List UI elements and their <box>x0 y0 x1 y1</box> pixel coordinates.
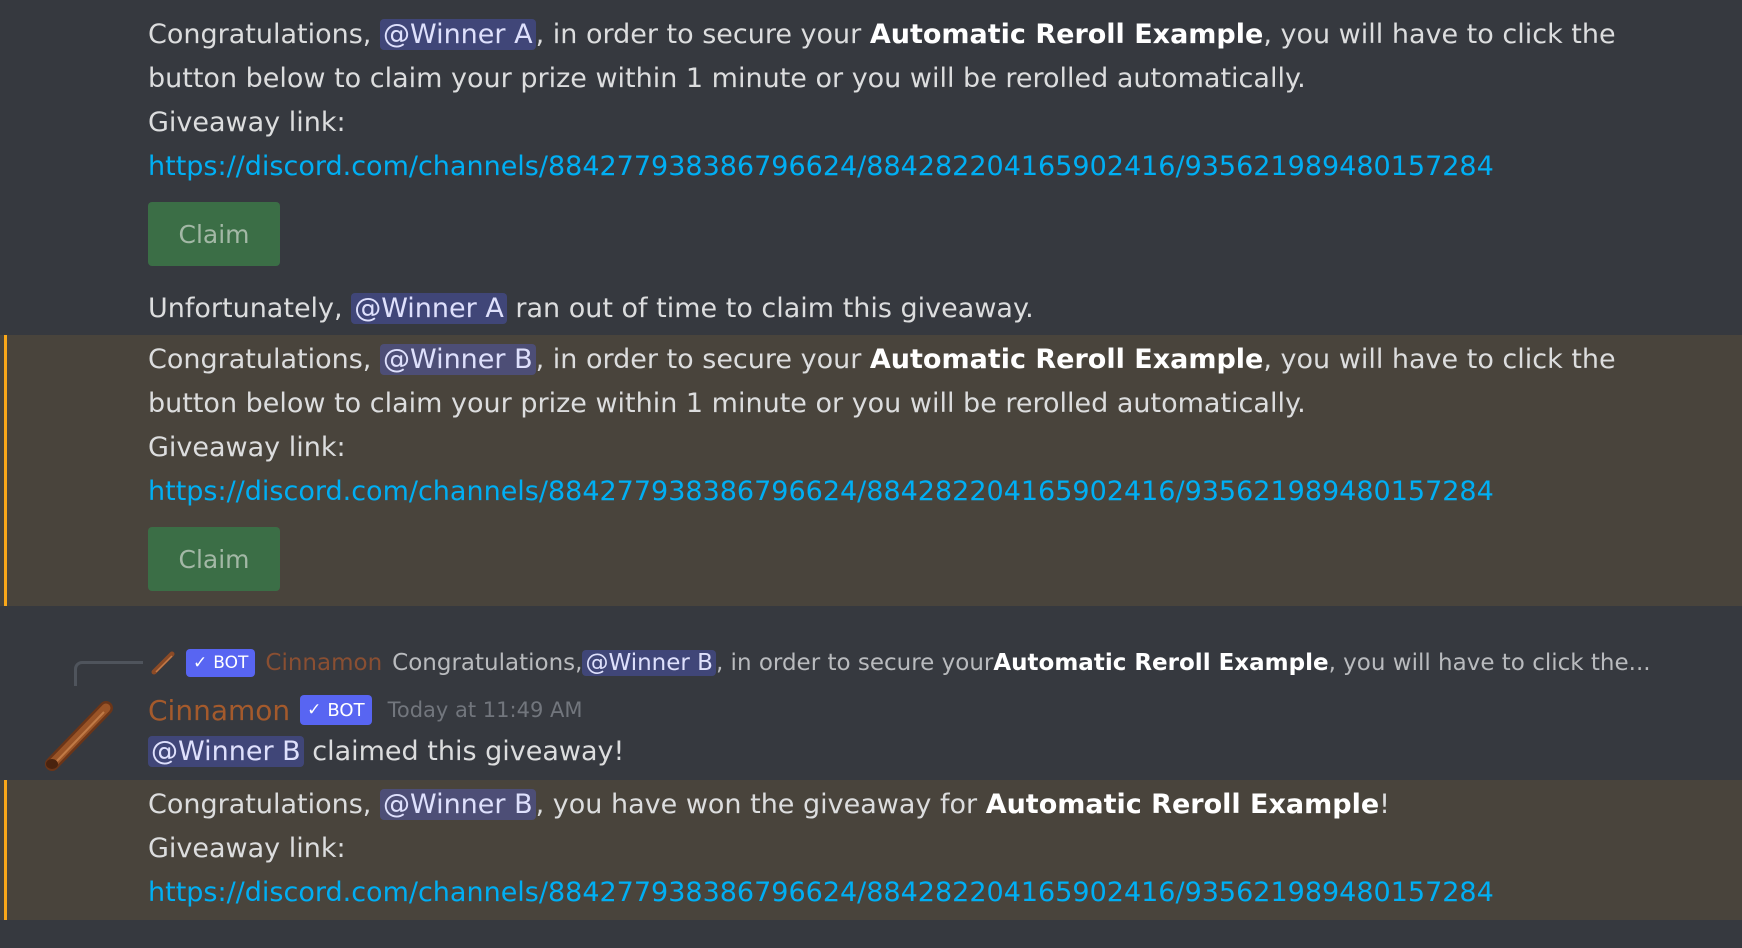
message-won-winner-b: Congratulations, @Winner B, you have won… <box>0 780 1742 920</box>
giveaway-link-label: Giveaway link: <box>148 107 346 138</box>
text: , you will have to click the... <box>1328 650 1651 676</box>
author-name[interactable]: Cinnamon <box>148 694 290 727</box>
chat-messages: Congratulations, @Winner A, in order to … <box>0 0 1742 948</box>
message-content: Unfortunately, @Winner A ran out of time… <box>148 287 1722 331</box>
message-line: Congratulations, @Winner A, in order to … <box>148 13 1722 57</box>
prize-name: Automatic Reroll Example <box>985 789 1380 820</box>
claim-button[interactable]: Claim <box>148 202 280 266</box>
user-mention[interactable]: @Winner B <box>379 789 536 820</box>
reply-preview[interactable]: ✓ BOT Cinnamon Congratulations, @Winner B… <box>150 646 1651 680</box>
reply-author[interactable]: Cinnamon <box>265 650 382 676</box>
text: Congratulations, <box>148 344 380 375</box>
bot-tag-label: BOT <box>213 653 249 673</box>
text: , in order to secure your <box>715 650 994 676</box>
message-line: button below to claim your prize within … <box>148 63 1306 94</box>
message-claim-winner-a: Congratulations, @Winner A, in order to … <box>0 0 1742 296</box>
message-line: Congratulations, @Winner B, in order to … <box>148 338 1722 382</box>
user-mention[interactable]: @Winner B <box>582 650 716 676</box>
reply-connector-icon <box>74 661 143 686</box>
user-mention[interactable]: @Winner A <box>351 293 507 324</box>
text: Congratulations, <box>392 650 583 676</box>
claim-button[interactable]: Claim <box>148 527 280 591</box>
giveaway-link[interactable]: https://discord.com/channels/88427793838… <box>148 151 1494 182</box>
text: Unfortunately, <box>148 293 352 324</box>
giveaway-link-label: Giveaway link: <box>148 432 346 463</box>
checkmark-icon: ✓ <box>193 653 208 673</box>
user-mention[interactable]: @Winner B <box>148 736 304 767</box>
text: claimed this giveaway! <box>303 736 625 767</box>
bot-tag: ✓ BOT <box>300 695 372 725</box>
text: Congratulations, <box>148 789 380 820</box>
giveaway-link[interactable]: https://discord.com/channels/88427793838… <box>148 877 1494 908</box>
cinnamon-stick-icon <box>151 651 175 675</box>
message-line: @Winner B claimed this giveaway! <box>148 730 1722 774</box>
text: , you will have to click the <box>1263 19 1616 50</box>
text: , you have won the giveaway for <box>535 789 986 820</box>
message-claim-winner-b: Congratulations, @Winner B, in order to … <box>0 335 1742 606</box>
giveaway-link[interactable]: https://discord.com/channels/88427793838… <box>148 476 1494 507</box>
bot-tag-label: BOT <box>327 699 365 721</box>
message-content: Congratulations, @Winner A, in order to … <box>148 13 1722 189</box>
text: ran out of time to claim this giveaway. <box>506 293 1034 324</box>
prize-name: Automatic Reroll Example <box>869 344 1264 375</box>
prize-name: Automatic Reroll Example <box>993 650 1329 676</box>
checkmark-icon: ✓ <box>307 700 322 720</box>
bot-tag: ✓ BOT <box>186 649 256 677</box>
timestamp[interactable]: Today at 11:49 AM <box>388 698 583 722</box>
prize-name: Automatic Reroll Example <box>869 19 1264 50</box>
message-line: Unfortunately, @Winner A ran out of time… <box>148 287 1722 331</box>
message-claimed-winner-b: @Winner B claimed this giveaway! <box>0 730 1742 778</box>
text: Congratulations, <box>148 19 380 50</box>
user-mention[interactable]: @Winner B <box>379 344 536 375</box>
text: ! <box>1379 789 1390 820</box>
message-line: Congratulations, @Winner B, you have won… <box>148 783 1722 827</box>
giveaway-link-label: Giveaway link: <box>148 833 346 864</box>
message-line: button below to claim your prize within … <box>148 388 1306 419</box>
message-header: Cinnamon ✓ BOT Today at 11:49 AM <box>148 690 582 730</box>
user-mention[interactable]: @Winner A <box>379 19 536 50</box>
text: , in order to secure your <box>535 19 870 50</box>
text: , you will have to click the <box>1263 344 1616 375</box>
text: , in order to secure your <box>535 344 870 375</box>
message-content: @Winner B claimed this giveaway! <box>148 730 1722 774</box>
message-content: Congratulations, @Winner B, in order to … <box>148 338 1722 514</box>
message-content: Congratulations, @Winner B, you have won… <box>148 783 1722 915</box>
message-timeout-winner-a: Unfortunately, @Winner A ran out of time… <box>0 287 1742 335</box>
